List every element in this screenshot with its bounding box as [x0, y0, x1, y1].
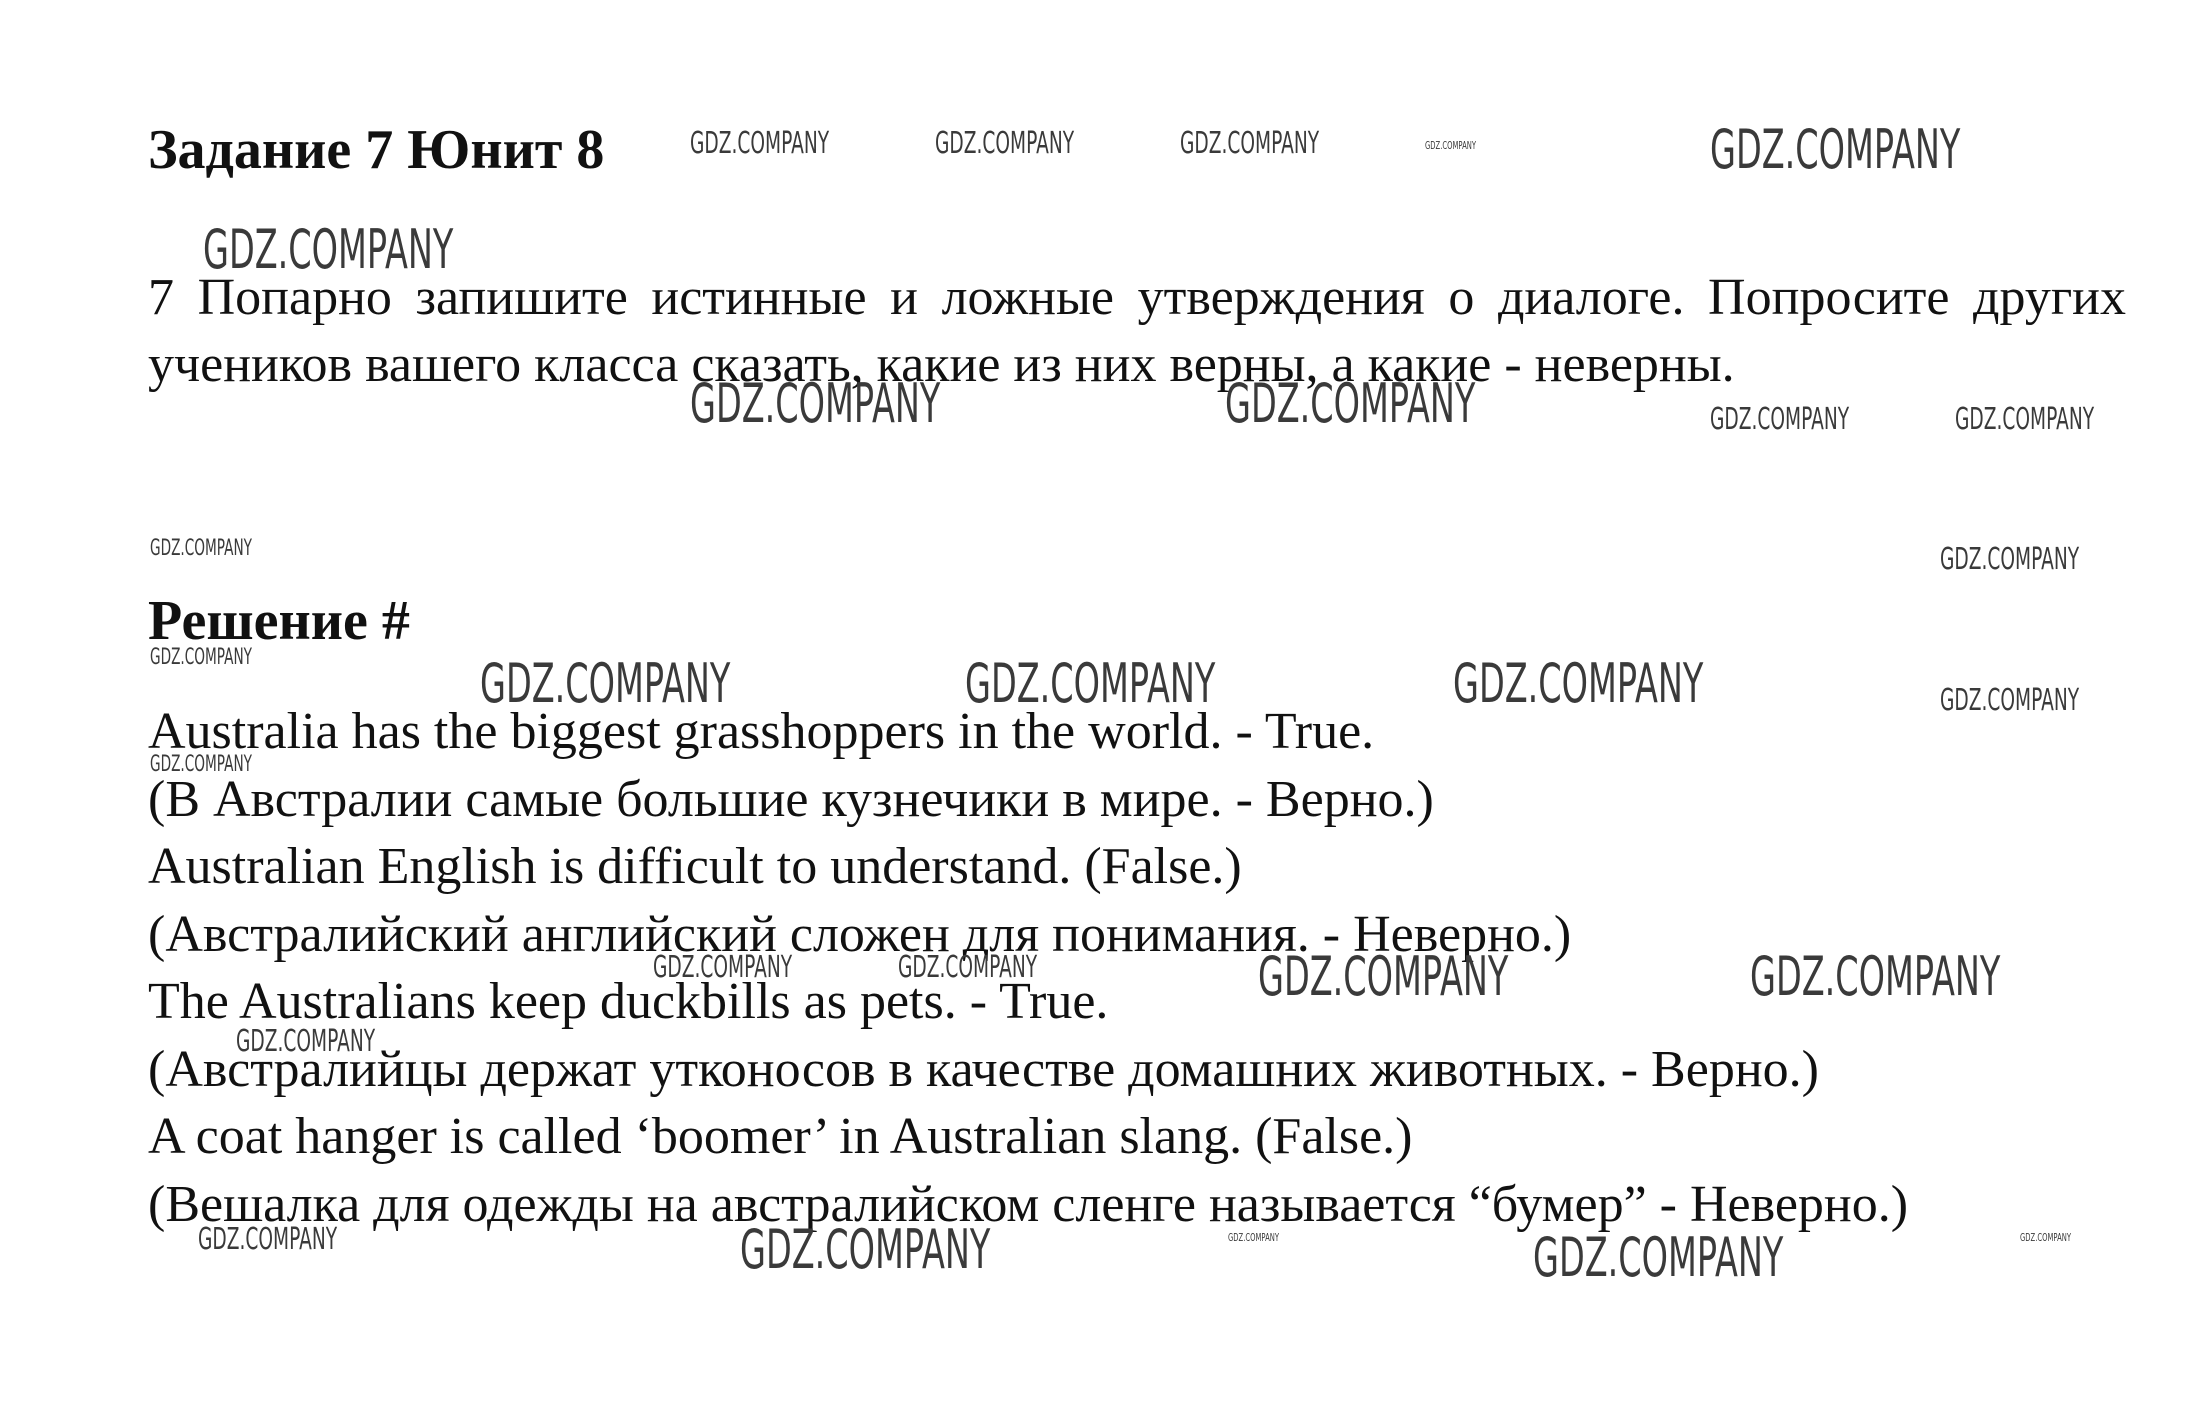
watermark: GDZ.COMPANY	[1710, 118, 1961, 181]
watermark: GDZ.COMPANY	[150, 536, 253, 561]
document-page: Задание 7 Юнит 8 7 Попарно запишите исти…	[0, 0, 2196, 1426]
page-title: Задание 7 Юнит 8	[148, 119, 605, 181]
answer-line: A coat hanger is called ‘boomer’ in Aust…	[148, 1108, 1413, 1165]
answer-line: (Вешалка для одежды на австралийском сле…	[148, 1175, 1909, 1233]
watermark: GDZ.COMPANY	[1710, 402, 1850, 437]
watermark: GDZ.COMPANY	[690, 126, 830, 161]
watermark: GDZ.COMPANY	[1425, 139, 1477, 152]
answer-line: (Австралийский английский сложен для пон…	[148, 905, 1572, 963]
answer-line: (В Австралии самые большие кузнечики в м…	[148, 770, 1434, 828]
watermark: GDZ.COMPANY	[935, 126, 1075, 161]
answer-line: The Australians keep duckbills as pets. …	[148, 973, 1109, 1030]
watermark: GDZ.COMPANY	[1180, 126, 1320, 161]
watermark: GDZ.COMPANY	[1940, 542, 2080, 577]
task-text: 7 Попарно запишите истинные и ложные утв…	[148, 269, 2126, 393]
solution-answers: Australia has the biggest grasshoppers i…	[148, 698, 2128, 1238]
watermark: GDZ.COMPANY	[1955, 402, 2095, 437]
answer-line: Australian English is difficult to under…	[148, 838, 1242, 895]
answer-line: Australia has the biggest grasshoppers i…	[148, 703, 1375, 760]
answer-line: (Австралийцы держат утконосов в качестве…	[148, 1040, 1819, 1098]
solution-heading: Решение #	[148, 590, 410, 652]
